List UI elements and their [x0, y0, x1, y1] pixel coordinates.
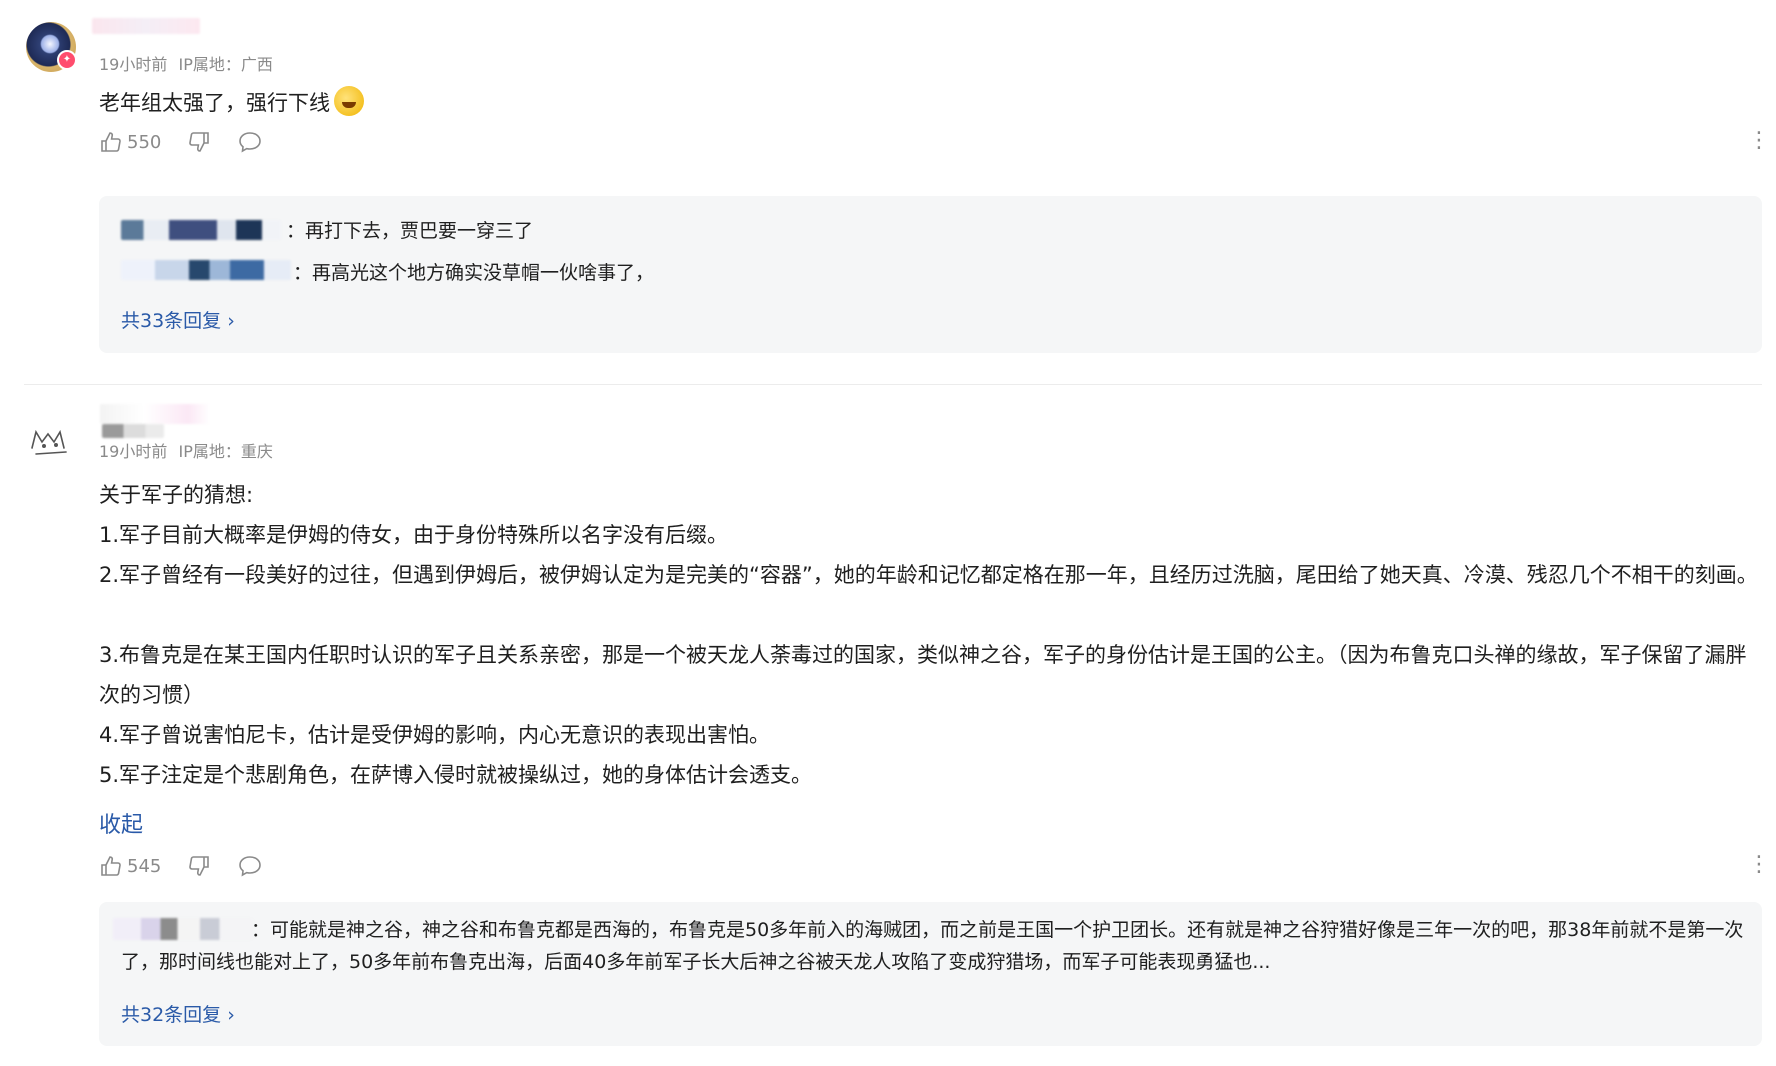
comment-divider [24, 384, 1762, 385]
comment-text: 老年组太强了，强行下线 [99, 91, 330, 115]
thumbs-up-icon [101, 856, 121, 876]
view-all-replies-link[interactable]: 共32条回复 › [121, 1000, 235, 1027]
reply-username-blurred[interactable] [121, 220, 281, 240]
comment-paragraph: 5.军子注定是个悲剧角色，在萨博入侵时就被操纵过，她的身体估计会透支。 [99, 763, 813, 787]
reply-username-blurred[interactable] [121, 260, 291, 280]
thumbs-down-icon [189, 132, 210, 152]
dislike-button[interactable] [187, 854, 211, 878]
laughing-tears-emoji-icon [334, 86, 364, 116]
like-count: 550 [127, 131, 162, 153]
comment-time: 19小时前 [99, 442, 168, 461]
comment-item: ✦ 19小时前 IP属地：广西 老年组太强了，强行下线 550 ⋮ ：再打下去，… [0, 0, 1776, 353]
more-options-icon[interactable]: ⋮ [1748, 130, 1770, 152]
comment-bubble-icon [239, 856, 262, 877]
username-blurred[interactable] [100, 404, 210, 424]
thumbs-down-icon [189, 856, 210, 876]
reply-button[interactable] [237, 130, 263, 154]
more-options-icon[interactable]: ⋮ [1748, 854, 1770, 876]
comment-meta: 19小时前 IP属地：重庆 [99, 438, 273, 462]
reply-text: ：可能就是神之谷，神之谷和布鲁克都是西海的，布鲁克是50多年前入的海贼团，而之前… [121, 914, 1751, 978]
user-level-badge-blurred [102, 424, 164, 438]
comment-paragraph: 2.军子曾经有一段美好的过往，但遇到伊姆后，被伊姆认定为是完美的“容器”，她的年… [99, 563, 1758, 587]
comment-paragraph: 3.布鲁克是在某王国内任职时认识的军子且关系亲密，那是一个被天龙人荼毒过的国家，… [99, 643, 1747, 707]
like-button[interactable]: 545 [99, 854, 161, 878]
reply-text: ：再高光这个地方确实没草帽一伙啥事了， [293, 262, 655, 284]
reply-button[interactable] [237, 854, 263, 878]
comment-paragraph: 1.军子目前大概率是伊姆的侍女，由于身份特殊所以名字没有后缀。 [99, 523, 729, 547]
comment-actions: 545 [99, 854, 263, 878]
collapse-link[interactable]: 收起 [99, 807, 143, 839]
ip-location: IP属地：重庆 [178, 442, 273, 461]
like-button[interactable]: 550 [99, 130, 161, 154]
cat-sketch-avatar-icon [31, 429, 67, 455]
reply-text-content: ：可能就是神之谷，神之谷和布鲁克都是西海的，布鲁克是50多年前入的海贼团，而之前… [121, 919, 1744, 973]
like-count: 545 [127, 855, 162, 877]
username-blurred[interactable] [92, 18, 200, 34]
thumbs-up-icon [101, 132, 121, 152]
comment-actions: 550 [99, 130, 263, 154]
reply-preview-box: ：可能就是神之谷，神之谷和布鲁克都是西海的，布鲁克是50多年前入的海贼团，而之前… [99, 902, 1762, 1046]
dislike-button[interactable] [187, 130, 211, 154]
comment-bubble-icon [239, 132, 262, 153]
comment-paragraph: 4.军子曾说害怕尼卡，估计是受伊姆的影响，内心无意识的表现出害怕。 [99, 723, 771, 747]
verified-badge-icon: ✦ [57, 50, 77, 70]
ip-location: IP属地：广西 [178, 55, 273, 74]
comment-content: 老年组太强了，强行下线 [99, 86, 364, 117]
comment-item: 19小时前 IP属地：重庆 关于军子的猜想: 1.军子目前大概率是伊姆的侍女，由… [0, 390, 1776, 1066]
view-all-replies-link[interactable]: 共33条回复 › [121, 306, 235, 333]
comment-paragraph: 关于军子的猜想: [99, 483, 254, 507]
comment-time: 19小时前 [99, 55, 168, 74]
reply-text: ：再打下去，贾巴要一穿三了 [286, 220, 534, 242]
comment-meta: 19小时前 IP属地：广西 [99, 51, 273, 75]
user-avatar[interactable] [26, 418, 76, 468]
reply-preview-box: ：再打下去，贾巴要一穿三了 ：再高光这个地方确实没草帽一伙啥事了， 共33条回复… [99, 196, 1762, 353]
